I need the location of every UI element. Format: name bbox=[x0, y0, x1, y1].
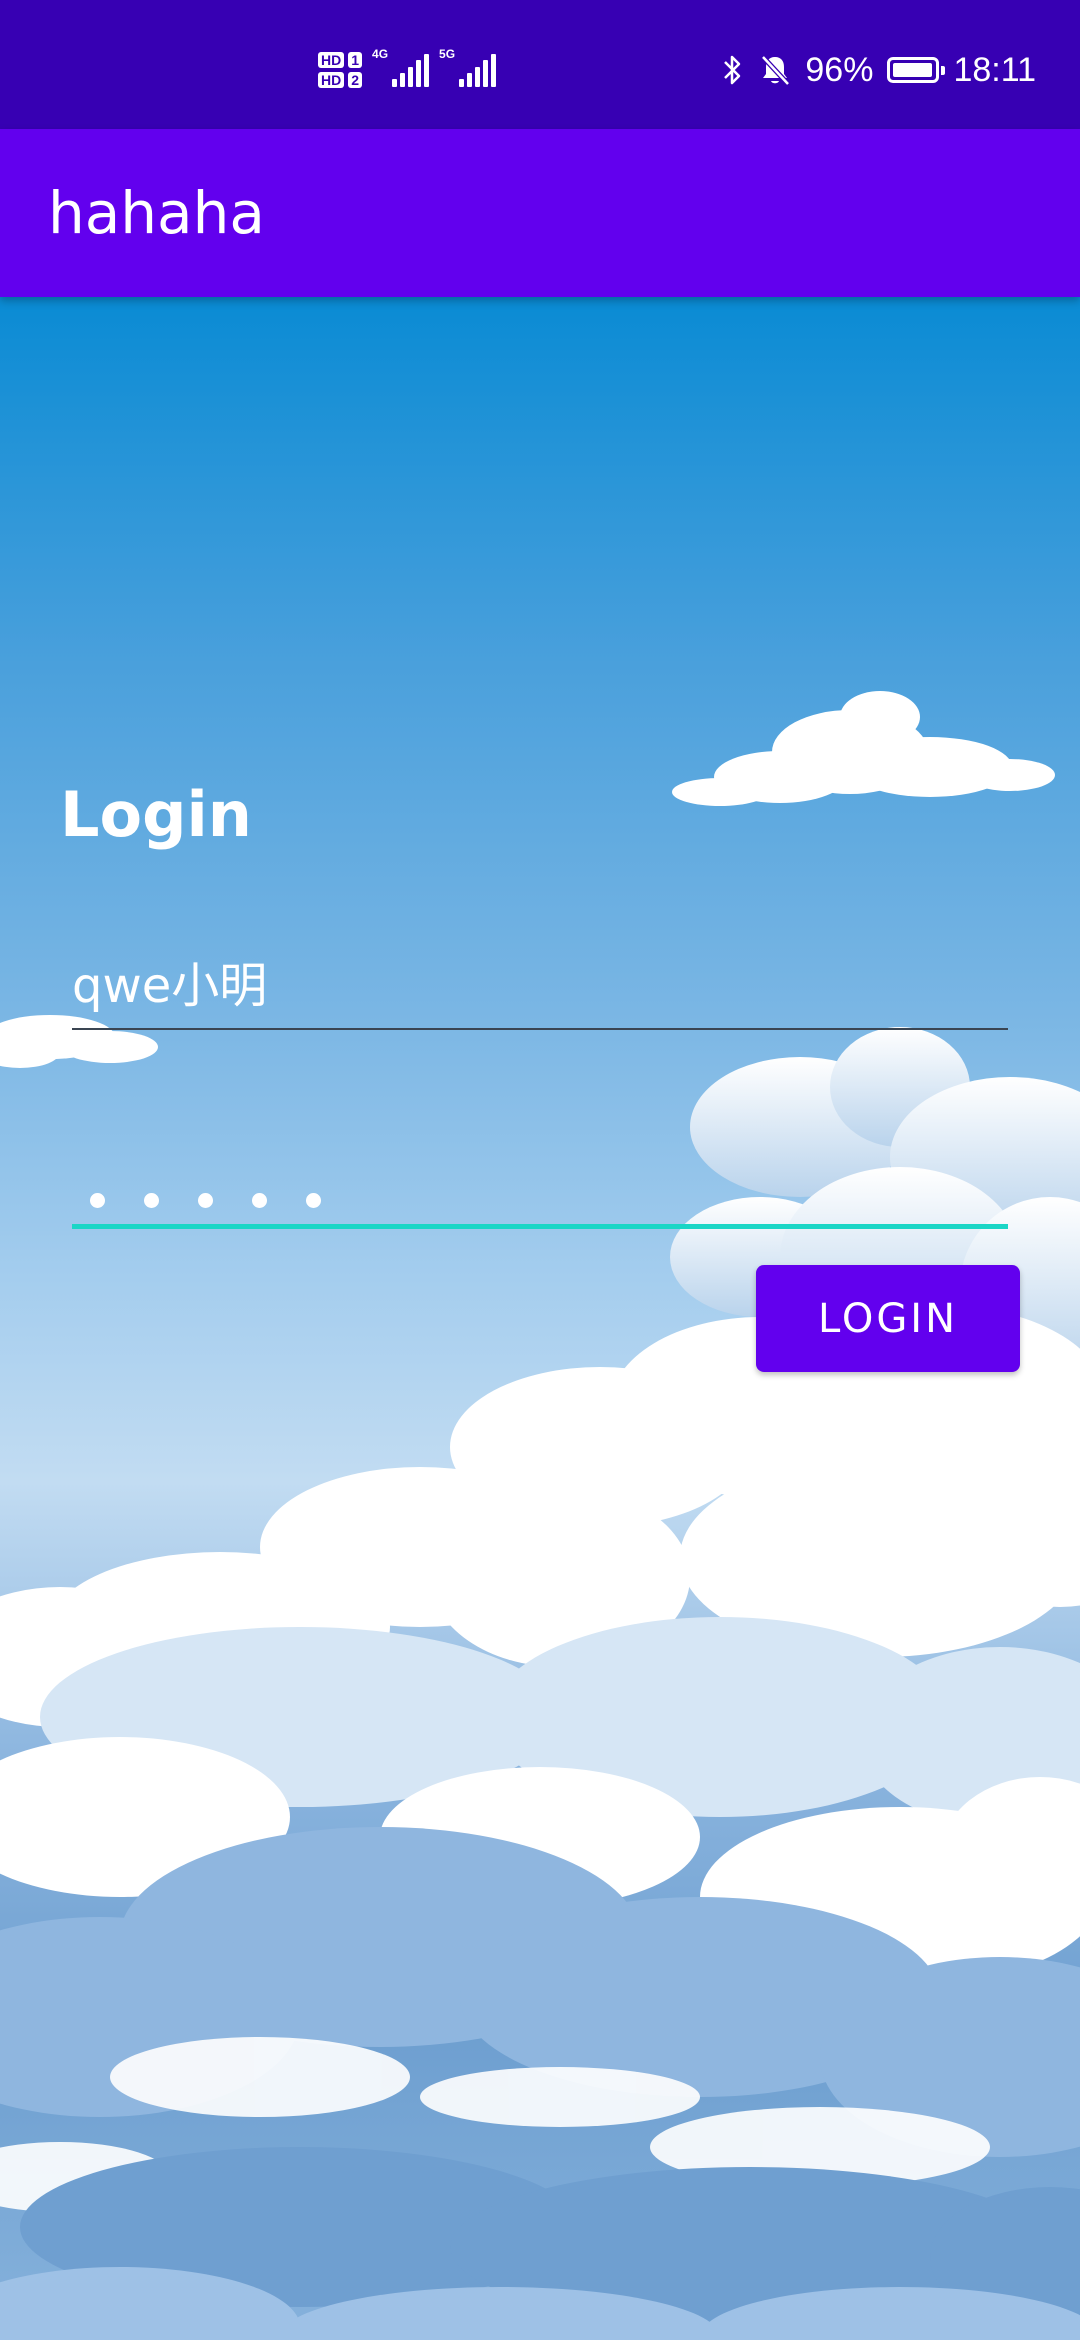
app-title: hahaha bbox=[48, 179, 265, 247]
password-field[interactable] bbox=[72, 1130, 1008, 1229]
status-right: 96% 18:11 bbox=[721, 50, 1036, 90]
signal-icon-sim2: 5G bbox=[439, 47, 497, 87]
password-dot bbox=[90, 1193, 105, 1208]
login-heading: Login bbox=[60, 778, 252, 851]
password-dot bbox=[252, 1193, 267, 1208]
status-bar: HD 1 HD 2 4G 5G 96% 18:11 bbox=[0, 0, 1080, 129]
hd-sim1: HD 1 bbox=[318, 52, 363, 68]
bluetooth-icon bbox=[724, 55, 741, 85]
network-indicators: HD 1 HD 2 4G 5G bbox=[318, 46, 497, 94]
password-mask bbox=[90, 1193, 321, 1208]
clock: 18:11 bbox=[953, 50, 1036, 89]
signal-icon-sim1: 4G bbox=[372, 47, 430, 87]
password-dot bbox=[144, 1193, 159, 1208]
hd-indicators: HD 1 HD 2 bbox=[318, 52, 363, 88]
app-bar: hahaha bbox=[0, 129, 1080, 297]
hd-sim2: HD 2 bbox=[318, 72, 363, 88]
login-button[interactable]: LOGIN bbox=[756, 1265, 1020, 1372]
battery-icon bbox=[887, 57, 946, 83]
mute-icon bbox=[761, 55, 791, 86]
password-dot bbox=[198, 1193, 213, 1208]
battery-percent: 96% bbox=[805, 50, 874, 89]
battery-fill bbox=[893, 63, 932, 77]
username-field[interactable]: qwe小明 bbox=[72, 940, 1008, 1030]
username-value: qwe小明 bbox=[72, 958, 268, 1014]
password-dot bbox=[306, 1193, 321, 1208]
